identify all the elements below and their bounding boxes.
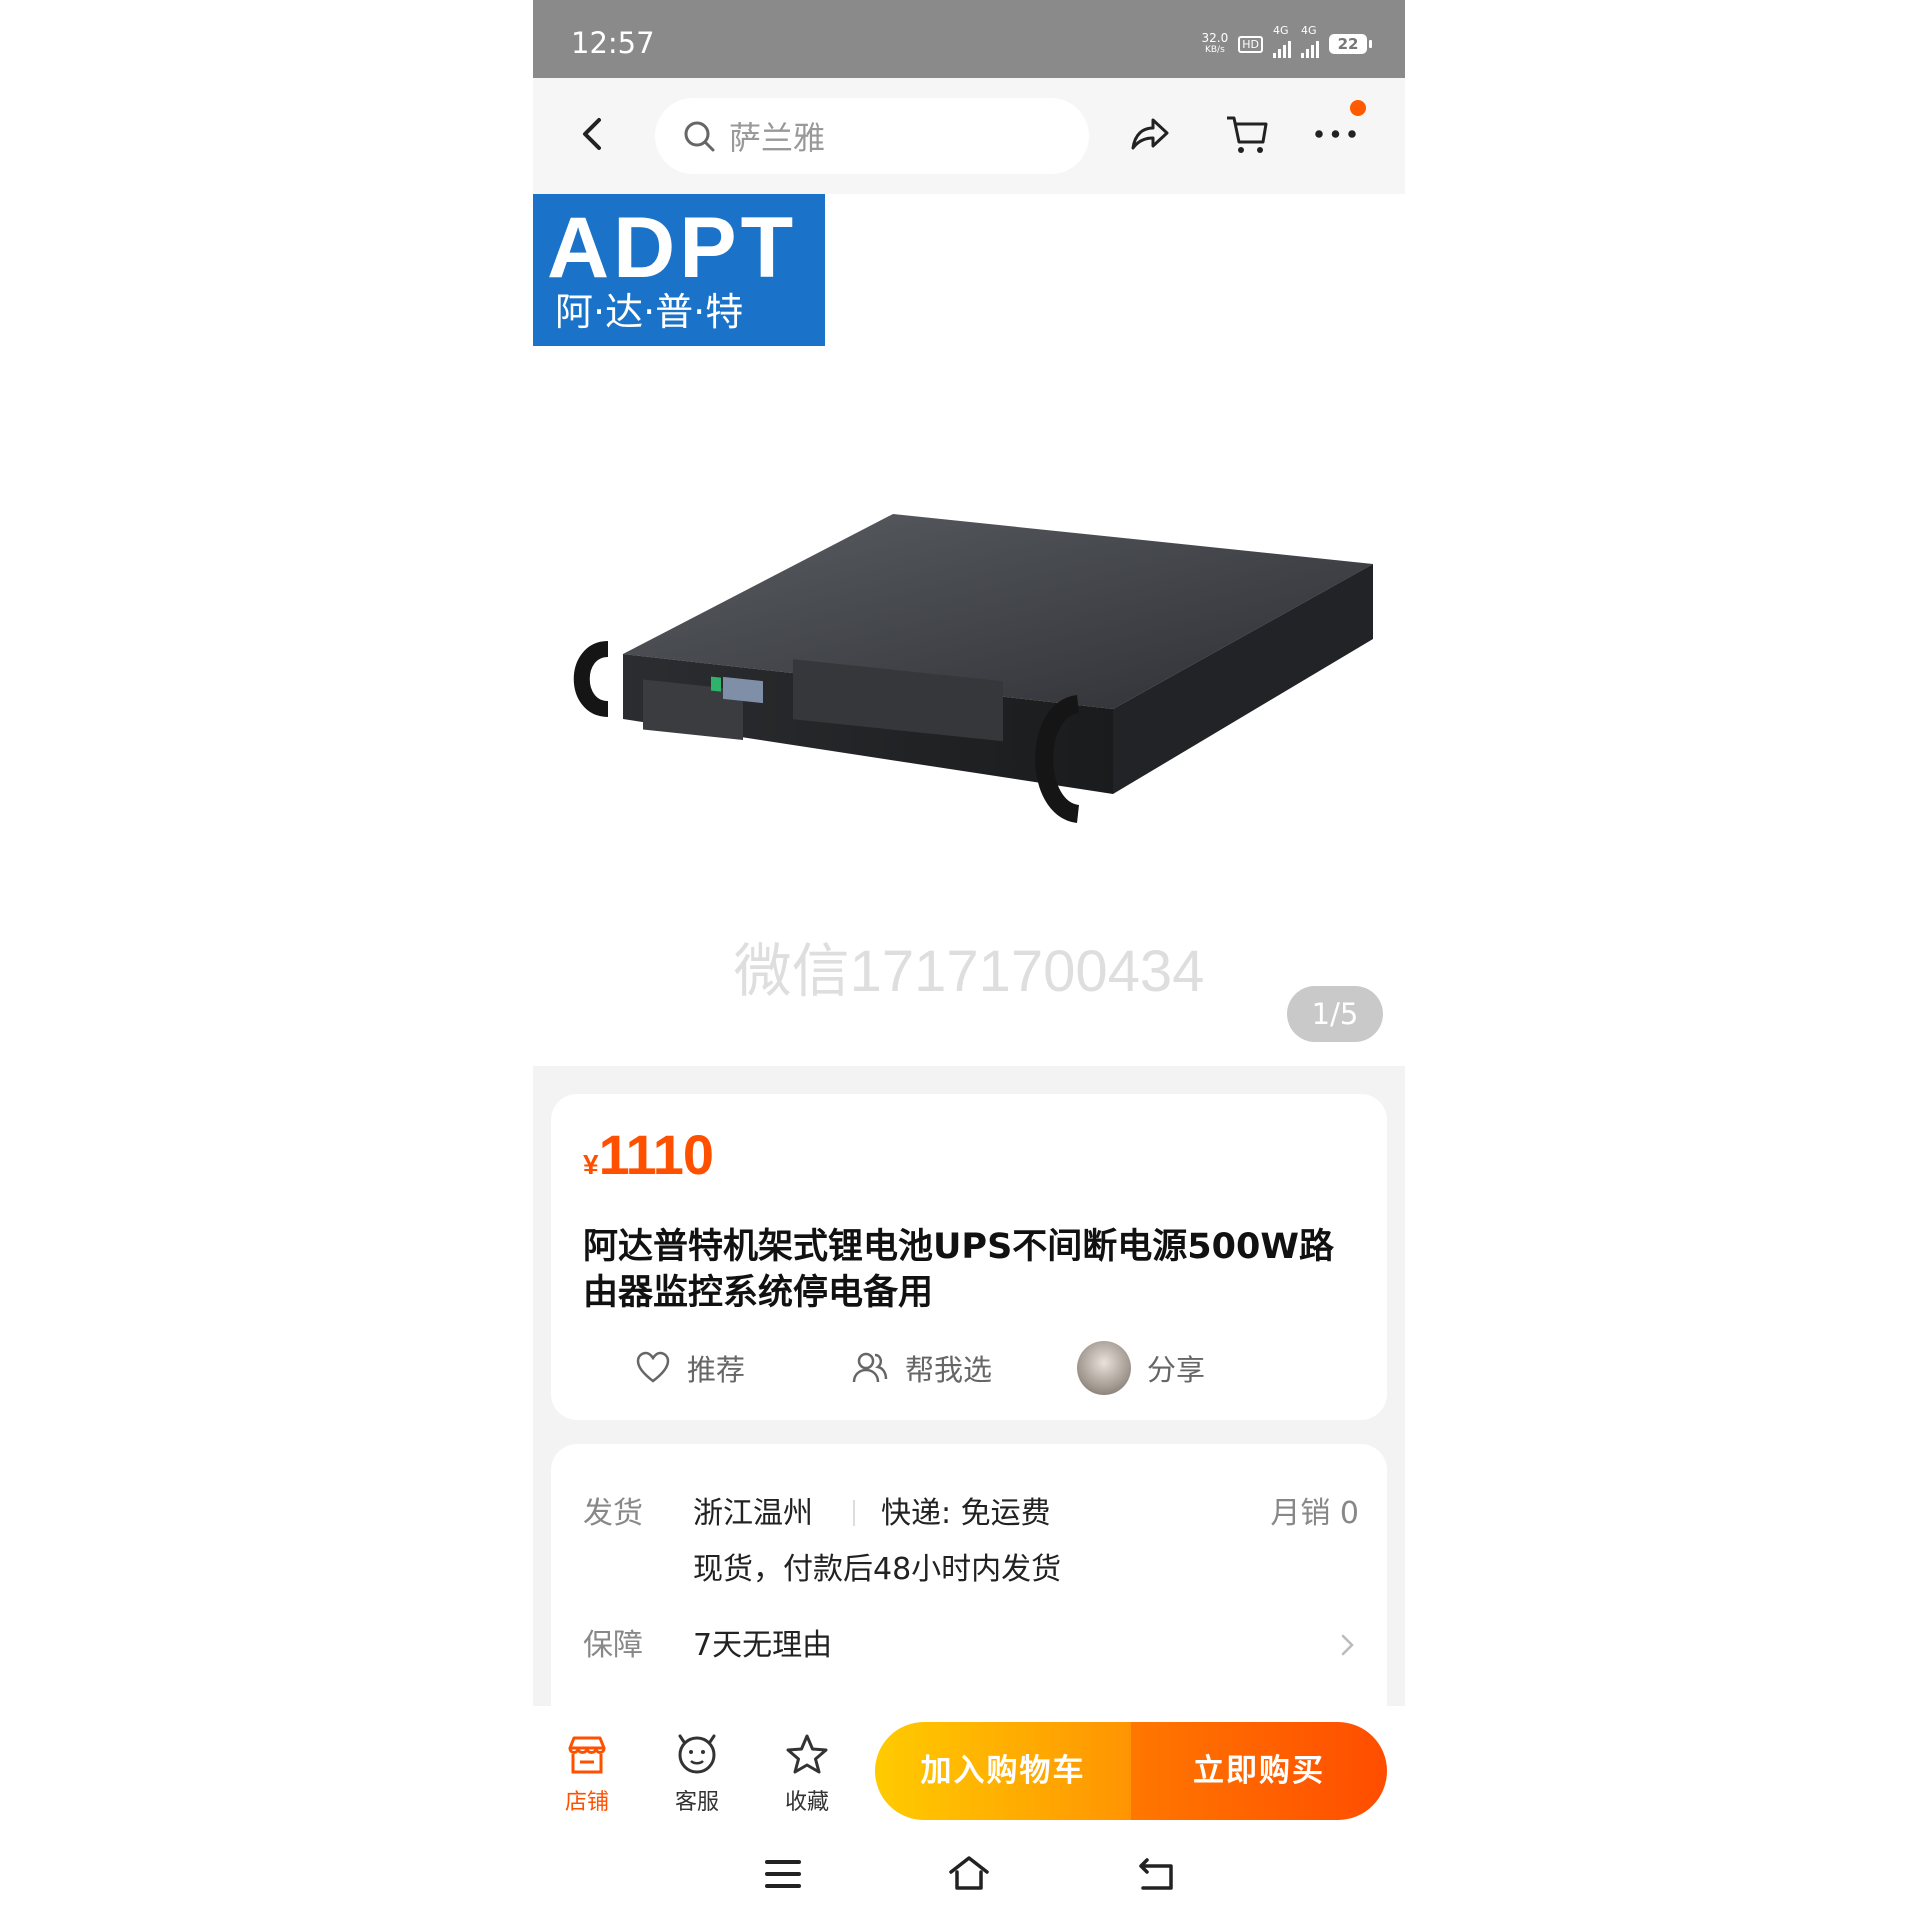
signal-1-label: 4G [1273, 24, 1289, 37]
service-icon [678, 1734, 716, 1774]
share-button[interactable]: 分享 [1077, 1338, 1205, 1398]
service-label: 客服 [674, 1790, 719, 1815]
info-area: ¥1110 阿达普特机架式锂电池UPS不间断电源500W路由器监控系统停电备用 … [533, 1066, 1405, 1706]
signal-2-label: 4G [1301, 24, 1317, 37]
store-tab[interactable]: 店铺 [547, 1732, 627, 1816]
brand-logo-en: ADPT [547, 200, 798, 296]
help-choose-label: 帮我选 [905, 1353, 993, 1387]
status-bar: 12:57 32.0 KB/s HD 4G 4G 22 [533, 0, 1405, 78]
net-speed: 32.0 KB/s [1202, 32, 1229, 56]
menu-icon[interactable] [759, 1850, 807, 1898]
divider [853, 1500, 855, 1526]
product-actions: 推荐 帮我选 分享 [551, 1338, 1387, 1398]
shipping-card: 发货 浙江温州 快递: 免运费 月销 0 现货，付款后48小时内发货 保障 7天… [551, 1444, 1387, 1706]
shipping-note: 现货，付款后48小时内发货 [693, 1552, 1062, 1587]
nav-bar: 萨兰雅 [533, 78, 1405, 194]
more-icon[interactable] [1313, 110, 1361, 158]
phone-screen: 12:57 32.0 KB/s HD 4G 4G 22 萨兰雅 ADPT 阿·达… [533, 0, 1405, 1920]
net-speed-value: 32.0 [1201, 31, 1229, 45]
back-icon[interactable] [573, 114, 613, 154]
net-speed-unit: KB/s [1204, 45, 1225, 55]
product-gallery[interactable]: ADPT 阿·达·普·特 微信17171700434 1/5 [533, 194, 1405, 1066]
favorite-label: 收藏 [784, 1790, 829, 1815]
product-title: 阿达普特机架式锂电池UPS不间断电源500W路由器监控系统停电备用 [583, 1227, 1334, 1313]
price-currency: ¥ [583, 1149, 599, 1180]
guarantee-label: 保障 [583, 1628, 643, 1663]
heart-icon [636, 1351, 670, 1383]
product-image [573, 514, 1373, 823]
avatar [1077, 1341, 1131, 1395]
status-icons: 32.0 KB/s HD 4G 4G 22 [1202, 24, 1372, 58]
battery-icon: 22 [1329, 34, 1372, 54]
home-icon[interactable] [945, 1850, 993, 1898]
shipping-express: 快递: 免运费 [881, 1496, 1051, 1531]
recommend-label: 推荐 [687, 1353, 746, 1387]
monthly-sales: 月销 0 [1270, 1496, 1359, 1531]
add-to-cart-button[interactable]: 加入购物车 [875, 1722, 1131, 1820]
hd-badge: HD [1238, 35, 1263, 53]
image-counter: 1/5 [1287, 986, 1383, 1042]
store-label: 店铺 [564, 1790, 609, 1815]
price-card: ¥1110 阿达普特机架式锂电池UPS不间断电源500W路由器监控系统停电备用 … [551, 1094, 1387, 1420]
return-icon[interactable] [1133, 1850, 1181, 1898]
store-icon [568, 1736, 606, 1774]
bottom-bar: 店铺 客服 收藏 加入购物车 立即购买 [533, 1706, 1405, 1820]
brand-logo: ADPT 阿·达·普·特 [533, 194, 825, 346]
star-icon [786, 1734, 828, 1774]
buy-now-button[interactable]: 立即购买 [1131, 1722, 1387, 1820]
guarantee-value: 7天无理由 [693, 1628, 833, 1663]
watermark: 微信17171700434 [733, 939, 1205, 1004]
search-icon [684, 121, 715, 152]
people-icon [852, 1352, 888, 1383]
cart-icon[interactable] [1223, 110, 1271, 158]
price-value: 1110 [598, 1123, 714, 1186]
status-time: 12:57 [571, 26, 655, 60]
share-icon[interactable] [1125, 110, 1173, 158]
price: ¥1110 [583, 1122, 714, 1187]
signal-icon-2: 4G [1301, 24, 1319, 58]
recommend-button[interactable]: 推荐 [635, 1338, 745, 1398]
shipping-origin: 浙江温州 [693, 1496, 813, 1531]
brand-logo-cn: 阿·达·普·特 [555, 290, 744, 334]
favorite-tab[interactable]: 收藏 [767, 1732, 847, 1816]
notification-dot [1350, 100, 1366, 116]
help-choose-button[interactable]: 帮我选 [851, 1338, 992, 1398]
shipping-label: 发货 [583, 1496, 643, 1531]
search-placeholder: 萨兰雅 [729, 119, 826, 157]
search-input[interactable]: 萨兰雅 [655, 98, 1089, 174]
chevron-right-icon [1341, 1634, 1354, 1656]
signal-icon-1: 4G [1273, 24, 1291, 58]
service-tab[interactable]: 客服 [657, 1732, 737, 1816]
system-nav-bar [533, 1820, 1405, 1920]
share-label: 分享 [1147, 1353, 1206, 1387]
